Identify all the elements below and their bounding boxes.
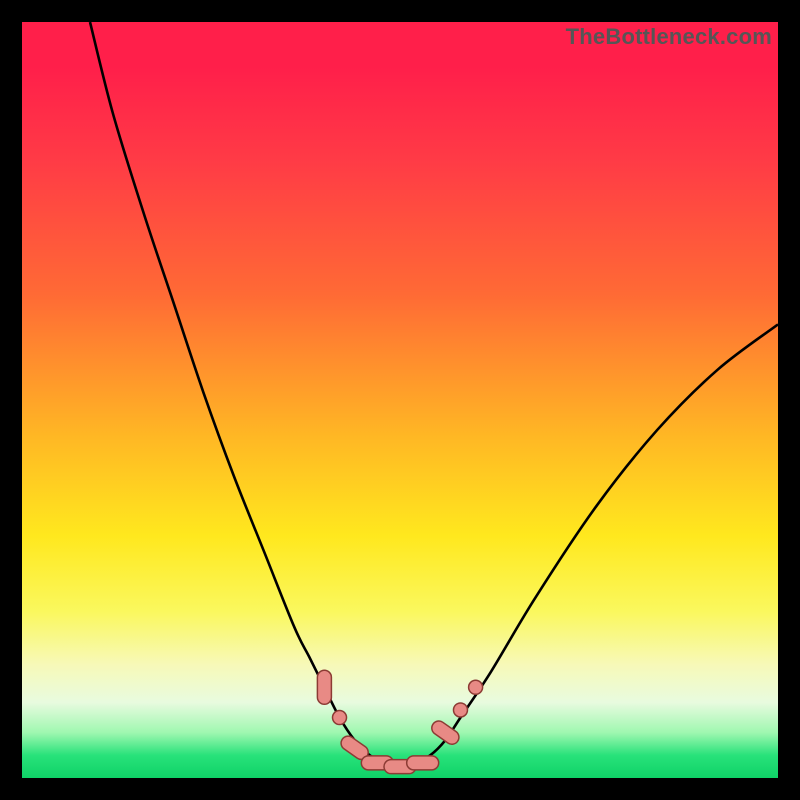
plot-area: TheBottleneck.com <box>22 22 778 778</box>
chart-frame: TheBottleneck.com <box>0 0 800 800</box>
curve-marker <box>317 670 331 704</box>
curve-marker <box>333 711 347 725</box>
curve-marker <box>407 756 439 770</box>
bottleneck-curve <box>22 22 778 778</box>
curve-marker <box>453 703 467 717</box>
curve-line <box>90 22 778 767</box>
curve-marker <box>469 680 483 694</box>
